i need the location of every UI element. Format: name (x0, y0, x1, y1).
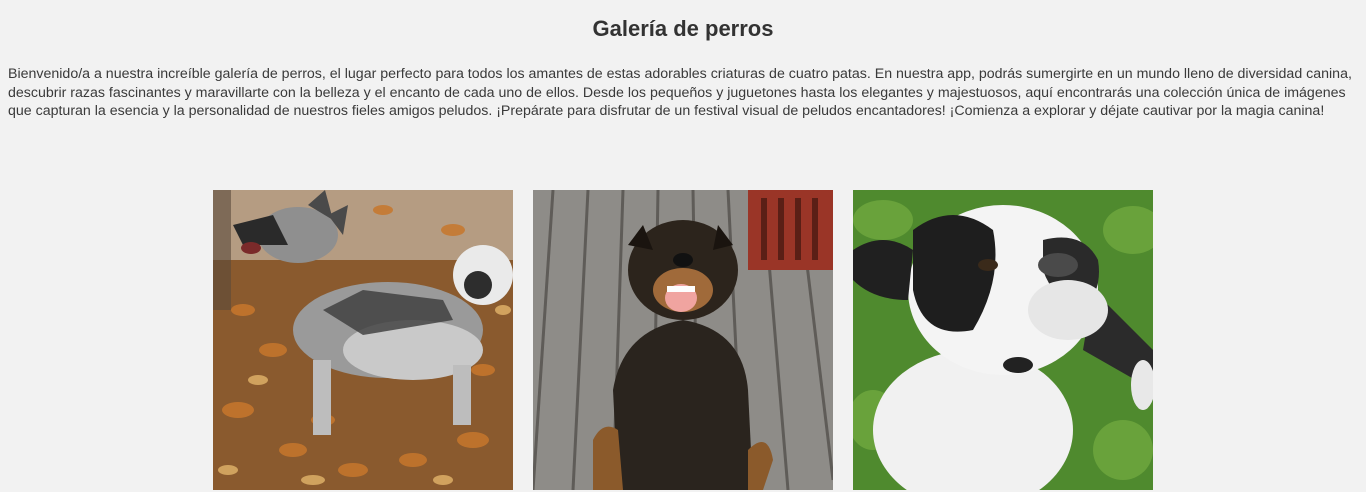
page-title: Galería de perros (592, 16, 774, 41)
dog-gallery (213, 190, 1153, 490)
dog-photo-3-image (853, 190, 1153, 490)
dog-photo-1-image (213, 190, 513, 490)
page: Galería de perros Bienvenido/a a nuestra… (0, 0, 1366, 492)
intro-paragraph: Bienvenido/a a nuestra increíble galería… (8, 66, 1352, 119)
dog-photo-3[interactable] (853, 190, 1153, 490)
dog-photo-1[interactable] (213, 190, 513, 490)
dog-photo-2-image (533, 190, 833, 490)
dog-photo-2[interactable] (533, 190, 833, 490)
